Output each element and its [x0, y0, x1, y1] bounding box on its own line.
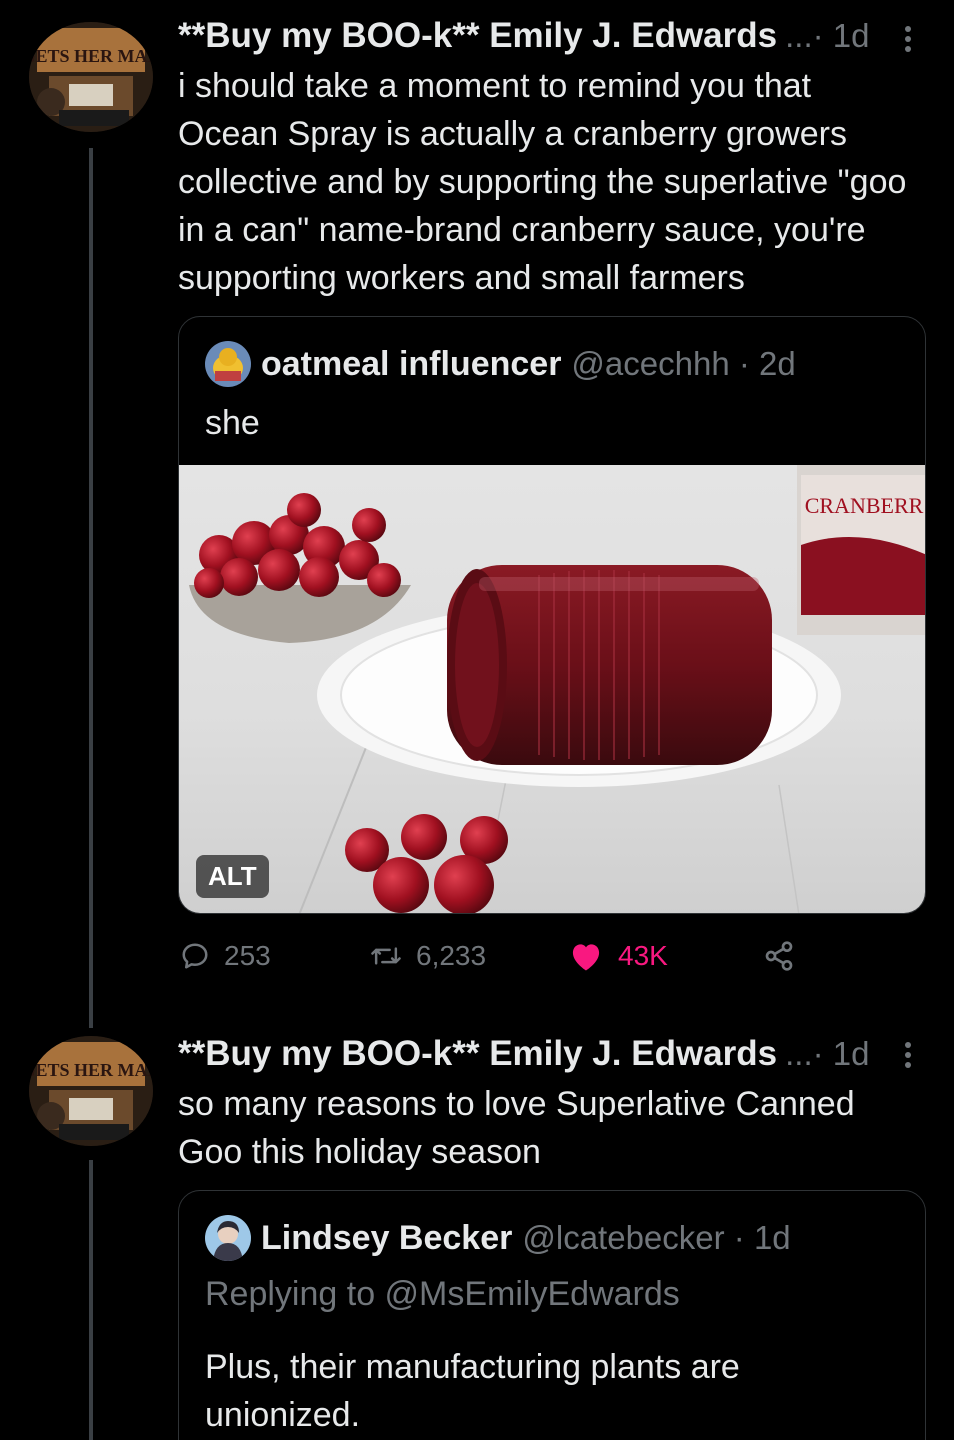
tweet-actions: 253 6,233 43K	[180, 940, 840, 984]
tweet-header: **Buy my BOO-k** Emily J. Edwards ...· 1…	[178, 1034, 869, 1074]
thread-line	[89, 148, 93, 1028]
tweet-timestamp[interactable]: ...· 1d	[785, 1035, 869, 1073]
quote-handle[interactable]: @acechhh · 2d	[571, 345, 795, 383]
quote-avatar[interactable]	[205, 1215, 251, 1261]
quote-author-name[interactable]: oatmeal influencer	[261, 345, 561, 384]
avatar[interactable]: GETS HER MAN	[29, 1036, 153, 1146]
replying-to[interactable]: Replying to @MsEmilyEdwards	[205, 1275, 680, 1314]
quote-header: oatmeal influencer @acechhh · 2d	[205, 341, 796, 387]
reply-icon	[182, 943, 208, 969]
tweet-image[interactable]: CRANBERR ALT	[179, 465, 925, 913]
tweet-timestamp[interactable]: ...· 1d	[785, 17, 869, 55]
author-name[interactable]: **Buy my BOO-k** Emily J. Edwards	[178, 1034, 777, 1074]
like-count: 43K	[618, 940, 668, 971]
retweet-icon	[371, 947, 401, 965]
author-name[interactable]: **Buy my BOO-k** Emily J. Edwards	[178, 16, 777, 56]
heart-icon	[572, 944, 600, 971]
more-icon[interactable]	[898, 22, 918, 56]
more-icon[interactable]	[898, 1038, 918, 1072]
tweet-header: **Buy my BOO-k** Emily J. Edwards ...· 1…	[178, 16, 869, 56]
avatar-lettering: GETS HER MAN	[29, 46, 153, 66]
quote-header: Lindsey Becker @lcatebecker · 1d	[205, 1215, 791, 1261]
quote-author-name[interactable]: Lindsey Becker	[261, 1219, 512, 1258]
quote-handle[interactable]: @lcatebecker · 1d	[522, 1219, 790, 1257]
alt-badge[interactable]: ALT	[196, 855, 269, 898]
can-label: CRANBERR	[805, 493, 924, 518]
reply-button[interactable]: 253	[180, 940, 271, 972]
thread-line	[89, 1160, 93, 1440]
like-button[interactable]: 43K	[568, 940, 668, 972]
quoted-tweet[interactable]: oatmeal influencer @acechhh · 2d she CRA…	[178, 316, 926, 914]
tweet-text: so many reasons to love Superlative Cann…	[178, 1085, 855, 1171]
quote-text: she	[205, 404, 260, 442]
share-icon	[765, 941, 793, 971]
quote-avatar[interactable]	[205, 341, 251, 387]
reply-count: 253	[224, 940, 271, 971]
retweet-count: 6,233	[416, 940, 487, 971]
quote-text: Plus, their manufacturing plants are uni…	[205, 1348, 740, 1434]
quoted-tweet[interactable]: Lindsey Becker @lcatebecker · 1d Replyin…	[178, 1190, 926, 1440]
avatar-lettering: GETS HER MAN	[29, 1060, 153, 1080]
avatar[interactable]: GETS HER MAN	[29, 22, 153, 132]
share-button[interactable]	[762, 940, 810, 972]
retweet-button[interactable]: 6,233	[370, 940, 486, 972]
tweet-text: i should take a moment to remind you tha…	[178, 67, 907, 297]
